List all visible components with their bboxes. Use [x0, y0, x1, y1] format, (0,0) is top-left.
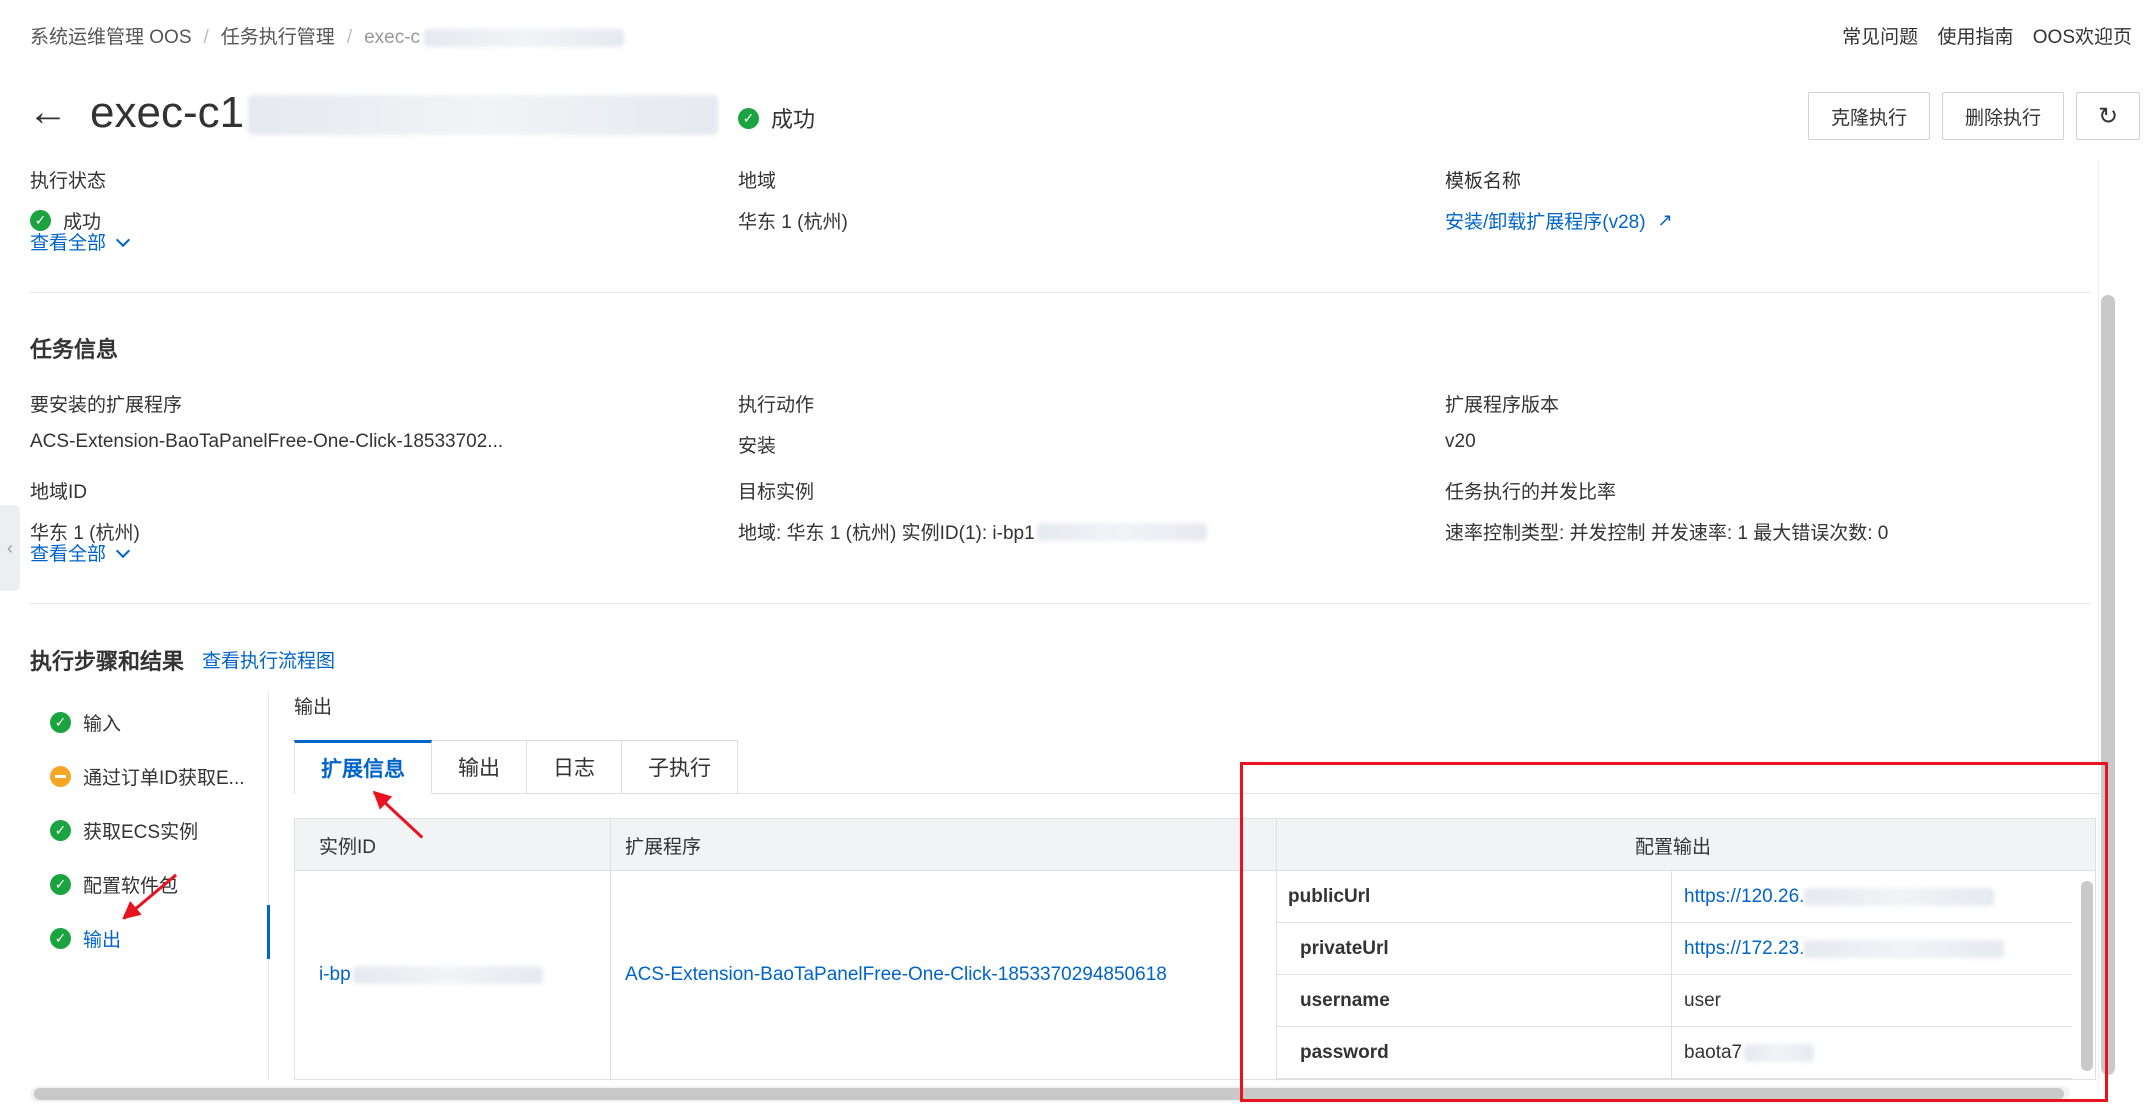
faq-link[interactable]: 常见问题 — [1842, 27, 1918, 48]
target-text: 地域: 华东 1 (杭州) 实例ID(1): i-bp1 — [738, 523, 1035, 544]
field-value: 安装 — [738, 436, 777, 457]
redacted-text — [248, 95, 719, 136]
divider — [30, 603, 2090, 604]
external-link-icon[interactable]: ↗ — [1658, 210, 1673, 231]
warning-icon — [50, 765, 71, 787]
field-value: v20 — [1445, 431, 1476, 452]
tab-sub-execution[interactable]: 子执行 — [622, 740, 738, 794]
header-actions: 克隆执行 删除执行 ↻ — [1807, 92, 2140, 140]
field-value: 华东 1 (杭州) — [738, 212, 848, 233]
top-links: 常见问题 使用指南 OOS欢迎页 — [1828, 22, 2132, 49]
field-value: 安装/卸载扩展程序(v28) ↗ — [1445, 207, 1673, 234]
status-badge: ✓ 成功 — [738, 102, 815, 134]
success-icon: ✓ — [50, 711, 71, 733]
breadcrumb-separator: / — [346, 27, 353, 48]
extension-link[interactable]: ACS-Extension-BaoTaPanelFree-One-Click-1… — [625, 964, 1167, 986]
field-label: 地域ID — [30, 482, 88, 503]
output-tabs: 扩展信息 输出 日志 子执行 — [294, 740, 738, 794]
step-label: 通过订单ID获取E... — [83, 767, 245, 789]
column-separator — [610, 819, 611, 1081]
tab-extension-info[interactable]: 扩展信息 — [294, 740, 432, 794]
status-text: 成功 — [771, 107, 816, 132]
step-input[interactable]: ✓ 输入 — [50, 695, 270, 749]
back-arrow-icon[interactable]: ← — [28, 92, 68, 132]
redacted-text — [1036, 522, 1207, 541]
field-label: 任务执行的并发比率 — [1445, 482, 1617, 503]
step-get-ecs-instance[interactable]: ✓ 获取ECS实例 — [50, 803, 270, 857]
breadcrumb-separator: / — [203, 27, 209, 48]
refresh-icon[interactable]: ↻ — [2076, 92, 2140, 140]
success-icon: ✓ — [738, 107, 759, 129]
step-label: 输出 — [83, 929, 122, 951]
breadcrumb-current: exec-c — [364, 27, 421, 48]
field-region: 地域 华东 1 (杭州) — [738, 166, 848, 234]
field-concurrency: 任务执行的并发比率 速率控制类型: 并发控制 并发速率: 1 最大错误次数: 0 — [1445, 477, 1888, 545]
column-header-extension: 扩展程序 — [625, 836, 702, 858]
field-value: ACS-Extension-BaoTaPanelFree-One-Click-1… — [30, 431, 504, 452]
breadcrumb: 系统运维管理 OOS / 任务执行管理 / exec-c — [30, 22, 625, 49]
steps-divider — [268, 690, 269, 1080]
column-header-instance-id: 实例ID — [319, 836, 377, 858]
template-link[interactable]: 安装/卸载扩展程序(v28) — [1445, 207, 1646, 234]
chevron-left-icon: ‹ — [7, 537, 13, 558]
field-label: 扩展程序版本 — [1445, 395, 1560, 416]
guide-link[interactable]: 使用指南 — [1937, 27, 2013, 48]
field-template: 模板名称 安装/卸载扩展程序(v28) ↗ — [1445, 166, 1673, 234]
field-label: 地域 — [738, 171, 777, 192]
table-cell-instance-id[interactable]: i-bp — [319, 964, 543, 986]
step-label: 输入 — [83, 713, 122, 735]
chevron-down-icon — [115, 543, 131, 559]
field-exec-status: 执行状态 ✓ 成功 — [30, 166, 106, 234]
collapse-sidebar-handle[interactable]: ‹ — [0, 505, 20, 591]
execution-id: exec-c1 — [90, 88, 245, 137]
annotation-highlight-box — [1240, 762, 2108, 1102]
field-extension-version: 扩展程序版本 v20 — [1445, 390, 1559, 453]
tab-log[interactable]: 日志 — [527, 740, 622, 794]
field-label: 要安装的扩展程序 — [30, 395, 183, 416]
step-list: ✓ 输入 通过订单ID获取E... ✓ 获取ECS实例 ✓ 配置软件包 ✓ 输出 — [50, 695, 270, 965]
section-title-task-info: 任务信息 — [30, 337, 119, 362]
instance-id-link[interactable]: i-bp — [319, 964, 351, 985]
field-action: 执行动作 安装 — [738, 390, 814, 458]
view-all-basic-link[interactable]: 查看全部 — [30, 228, 131, 255]
redacted-text — [352, 965, 543, 984]
page-title: exec-c1 — [90, 88, 719, 138]
step-get-by-order-id[interactable]: 通过订单ID获取E... — [50, 749, 270, 803]
field-region-id: 地域ID 华东 1 (杭州) — [30, 477, 140, 545]
success-icon: ✓ — [50, 873, 71, 895]
field-label: 执行动作 — [738, 395, 815, 416]
delete-execution-button[interactable]: 删除执行 — [1941, 92, 2064, 140]
field-label: 目标实例 — [738, 482, 815, 503]
view-all-label: 查看全部 — [30, 233, 107, 254]
clone-execution-button[interactable]: 克隆执行 — [1807, 92, 1930, 140]
page-header: ← exec-c1 ✓ 成功 克隆执行 删除执行 ↻ — [0, 78, 2152, 148]
field-extension: 要安装的扩展程序 ACS-Extension-BaoTaPanelFree-On… — [30, 390, 503, 453]
breadcrumb-item-task-management[interactable]: 任务执行管理 — [221, 27, 335, 48]
top-bar: 系统运维管理 OOS / 任务执行管理 / exec-c 常见问题 使用指南 OOS欢迎… — [0, 0, 2152, 66]
step-configure-package[interactable]: ✓ 配置软件包 — [50, 857, 270, 911]
tab-output[interactable]: 输出 — [432, 740, 527, 794]
active-step-indicator — [267, 905, 270, 959]
success-icon: ✓ — [50, 927, 71, 949]
success-icon: ✓ — [50, 819, 71, 841]
redacted-text — [424, 28, 625, 47]
field-label: 模板名称 — [1445, 171, 1522, 192]
view-all-task-link[interactable]: 查看全部 — [30, 539, 131, 566]
step-output[interactable]: ✓ 输出 — [50, 911, 270, 965]
view-all-label: 查看全部 — [30, 544, 107, 565]
field-value: 速率控制类型: 并发控制 并发速率: 1 最大错误次数: 0 — [1445, 523, 1889, 544]
field-label: 执行状态 — [30, 171, 107, 192]
field-value: 地域: 华东 1 (杭州) 实例ID(1): i-bp1 — [738, 518, 1207, 545]
field-target-instance: 目标实例 地域: 华东 1 (杭州) 实例ID(1): i-bp1 — [738, 477, 1207, 545]
welcome-link[interactable]: OOS欢迎页 — [2033, 27, 2132, 48]
chevron-down-icon — [115, 232, 131, 248]
step-label: 获取ECS实例 — [83, 821, 199, 843]
breadcrumb-item-oos[interactable]: 系统运维管理 OOS — [30, 27, 192, 48]
section-title-steps: 执行步骤和结果 — [30, 649, 185, 674]
view-flowchart-link[interactable]: 查看执行流程图 — [202, 646, 335, 673]
output-panel-title: 输出 — [294, 697, 333, 718]
divider — [30, 292, 2090, 293]
